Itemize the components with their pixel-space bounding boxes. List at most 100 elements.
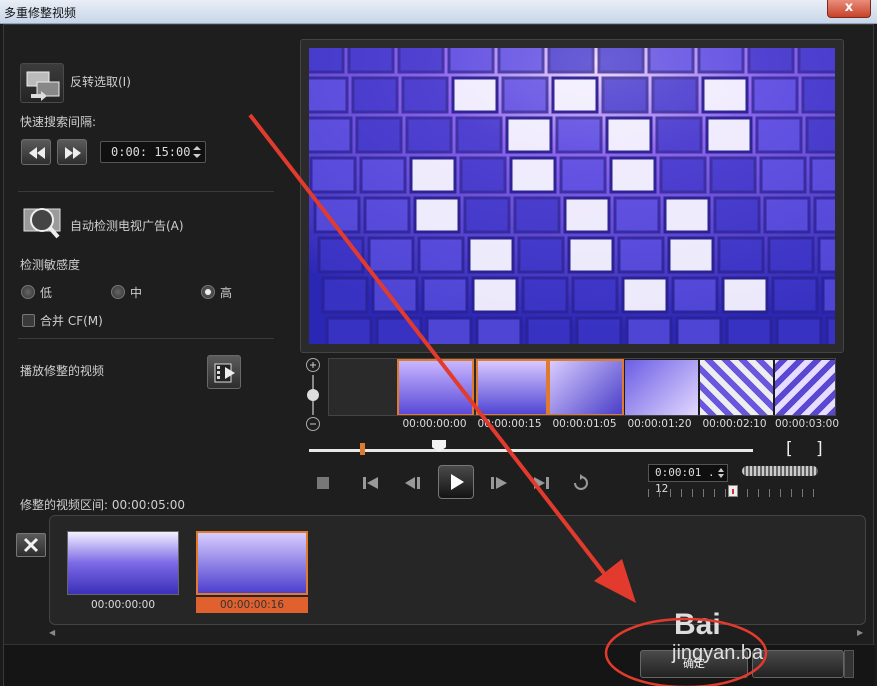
mark-out-button[interactable]: ]	[816, 439, 823, 459]
scrubber-track[interactable]	[309, 449, 753, 452]
sensitivity-label: 检测敏感度	[20, 258, 81, 272]
preview-tile	[313, 196, 361, 234]
preview-tile	[667, 236, 715, 274]
preview-tile	[821, 276, 835, 314]
preview-tile	[521, 276, 569, 314]
frame-thumbnail[interactable]	[774, 359, 835, 415]
close-button[interactable]: x	[827, 0, 871, 18]
trim-in-marker[interactable]	[360, 443, 365, 455]
go-to-start-icon[interactable]	[360, 472, 382, 494]
sensitivity-high-radio[interactable]	[201, 285, 215, 299]
preview-tile	[459, 156, 507, 194]
preview-tile	[509, 156, 557, 194]
preview-tile	[759, 156, 807, 194]
thumbnail-strip[interactable]	[328, 358, 836, 416]
zoom-out-icon[interactable]	[306, 417, 320, 431]
preview-tile	[647, 48, 695, 74]
preview-tile	[397, 48, 445, 74]
preview-tile	[455, 116, 503, 154]
preview-tile	[775, 316, 823, 344]
merge-cf-label: 合并 CF(M)	[40, 314, 103, 328]
sensitivity-low-radio[interactable]	[21, 285, 35, 299]
play-trimmed-button[interactable]	[207, 355, 241, 389]
separator	[18, 191, 274, 192]
trimmed-duration-label: 修整的视频区间: 00:00:05:00	[20, 498, 186, 512]
preview-tile	[805, 116, 835, 154]
jog-wheel[interactable]	[742, 466, 818, 476]
preview-tile	[817, 236, 835, 274]
preview-tile	[447, 48, 495, 74]
spinner-icon[interactable]	[192, 144, 202, 160]
preview-tile	[713, 196, 761, 234]
sensitivity-medium-radio[interactable]	[111, 285, 125, 299]
preview-tile	[321, 276, 369, 314]
preview-tile	[421, 276, 469, 314]
preview-tile	[555, 116, 603, 154]
frame-thumbnail[interactable]	[548, 359, 624, 415]
auto-detect-label[interactable]: 自动检测电视广告(A)	[70, 217, 184, 234]
merge-cf-checkbox[interactable]	[22, 314, 35, 327]
next-frame-icon[interactable]	[488, 472, 510, 494]
stop-icon[interactable]	[312, 472, 334, 494]
preview-tile	[801, 76, 835, 114]
preview-tile	[505, 116, 553, 154]
preview-tile	[347, 48, 395, 74]
preview-tile	[813, 196, 835, 234]
dialog-window: 反转选取(I) 快速搜索间隔: 0:00: 15:00 自动检测电视广告(A) …	[3, 24, 875, 686]
preview-tile	[601, 76, 649, 114]
invert-selection-label[interactable]: 反转选取(I)	[70, 73, 131, 90]
frame-thumbnail[interactable]	[699, 359, 774, 415]
preview-tile	[809, 156, 835, 194]
trimmed-clip-label: 00:00:00:16	[196, 597, 308, 613]
zoom-in-icon[interactable]	[306, 358, 320, 372]
preview-tile	[663, 196, 711, 234]
auto-detect-icon[interactable]	[20, 203, 64, 243]
repeat-icon[interactable]	[570, 472, 592, 494]
frame-thumbnail[interactable]	[624, 359, 699, 415]
rewind-search-button[interactable]	[21, 139, 51, 165]
shuttle-handle[interactable]	[728, 485, 738, 497]
trimmed-clip-thumbnail-selected[interactable]	[196, 531, 308, 595]
preview-tile	[309, 48, 345, 74]
preview-tile	[371, 276, 419, 314]
separator	[18, 338, 274, 339]
delete-clip-button[interactable]	[16, 533, 46, 557]
frame-thumbnail[interactable]	[476, 359, 548, 415]
preview-tile	[751, 76, 799, 114]
preview-tile	[617, 236, 665, 274]
preview-tile	[575, 316, 623, 344]
current-time-field[interactable]: 0:00:01 . 12	[648, 464, 728, 495]
preview-tile	[363, 196, 411, 234]
preview-tile	[721, 276, 769, 314]
search-interval-field[interactable]: 0:00: 15:00	[100, 141, 206, 163]
footer-edge	[844, 650, 854, 678]
preview-tile	[697, 48, 745, 74]
preview-tile	[417, 236, 465, 274]
previous-frame-icon[interactable]	[402, 472, 424, 494]
play-button[interactable]	[438, 465, 474, 499]
preview-tile	[463, 196, 511, 234]
preview-tile	[747, 48, 795, 74]
mark-in-button[interactable]: [	[786, 439, 793, 459]
preview-tile	[355, 116, 403, 154]
zoom-slider-handle[interactable]	[307, 389, 319, 401]
preview-tile	[525, 316, 573, 344]
forward-search-button[interactable]	[57, 139, 87, 165]
preview-tile	[409, 156, 457, 194]
preview-tile	[771, 276, 819, 314]
preview-tile	[651, 76, 699, 114]
preview-tile	[755, 116, 803, 154]
clips-scroll-left[interactable]: ◀	[49, 628, 55, 637]
cancel-button[interactable]	[752, 650, 844, 678]
timecode-label: 00:00:01:05	[552, 418, 617, 430]
spinner-icon[interactable]	[717, 467, 725, 479]
trimmed-clip-thumbnail[interactable]	[67, 531, 179, 595]
frame-thumbnail[interactable]	[397, 359, 474, 415]
invert-selection-icon[interactable]	[20, 63, 64, 103]
video-preview	[309, 48, 835, 344]
go-to-end-icon[interactable]	[530, 472, 552, 494]
timecode-label: 00:00:00:00	[402, 418, 467, 430]
clips-scroll-right[interactable]: ▶	[857, 628, 863, 637]
preview-tile	[563, 196, 611, 234]
preview-tile	[359, 156, 407, 194]
